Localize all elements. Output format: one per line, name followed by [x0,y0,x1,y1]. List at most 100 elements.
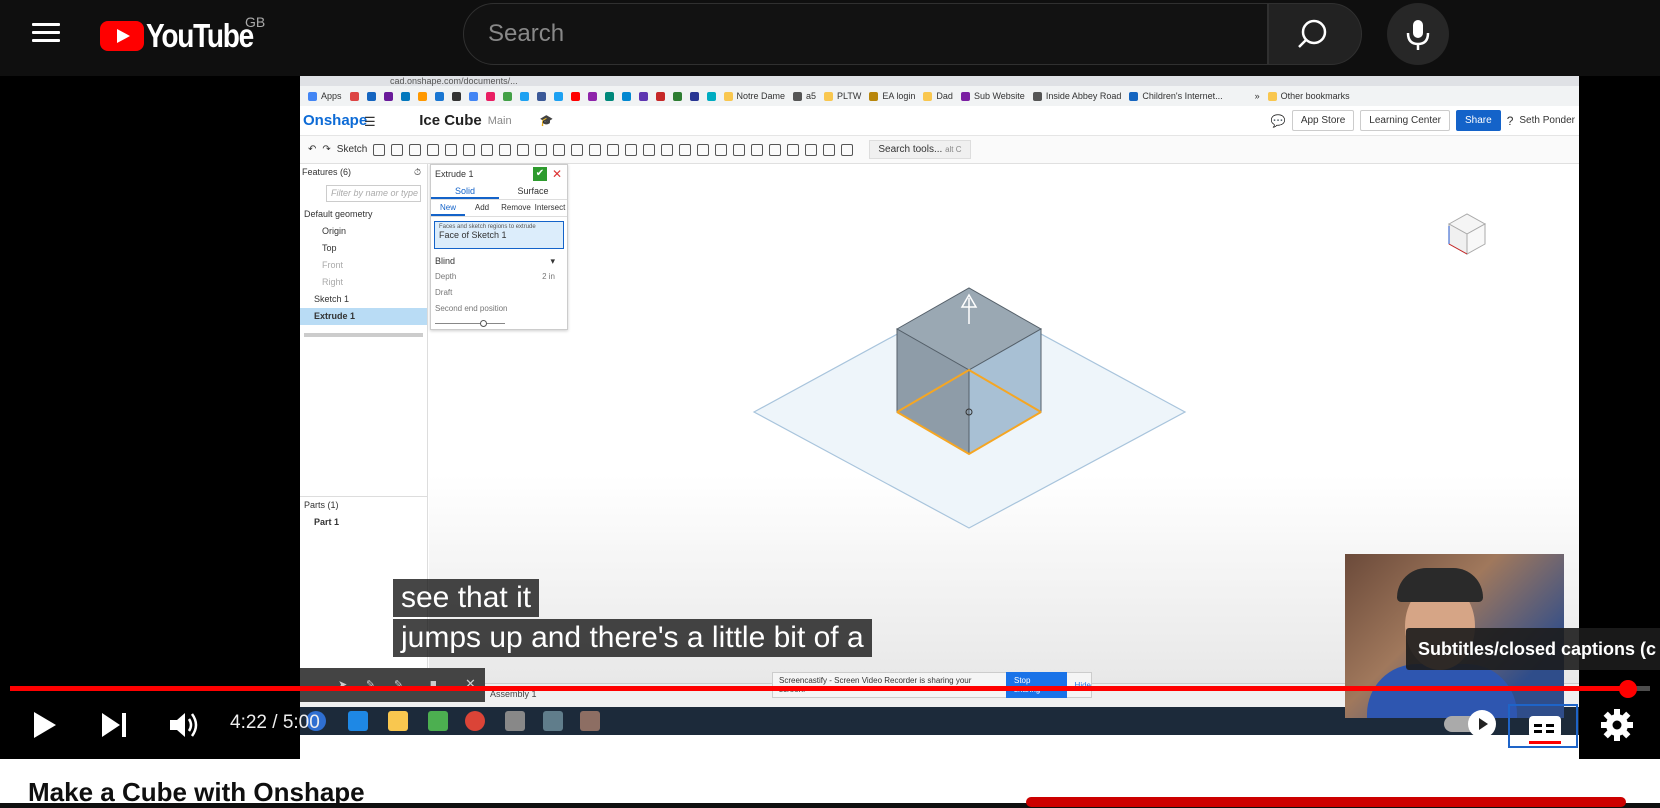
op-remove: Remove [501,203,531,212]
time-display: 4:22 / 5:00 [230,712,320,733]
shell-tool-icon [517,143,530,156]
play-button[interactable] [22,704,68,746]
progress-played [10,686,1629,691]
bookmark-ea-login: EA login [869,91,915,101]
features-header: Features (6) ⏱ [300,164,427,181]
search-box [463,3,1268,65]
bookmark-icon [366,91,376,101]
share-button: Share [1456,110,1501,131]
bookmark-a5: a5 [793,91,816,101]
bookmark-icon [587,91,597,101]
bookmark-other: Other bookmarks [1267,91,1350,101]
region-code: GB [245,14,266,30]
bookmark-icon [689,91,699,101]
bookmark-icon [553,91,563,101]
youtube-logo[interactable]: YouTube GB [100,14,272,54]
progress-bar[interactable] [10,680,1650,698]
below-player: Make a Cube with Onshape [0,759,1660,807]
modify-fillet-tool-icon [661,143,674,156]
onshape-logo: Onshape [303,112,368,129]
duration: 5:00 [282,712,320,733]
subtitles-button[interactable] [1508,704,1578,748]
bookmark-icon [485,91,495,101]
helix-tool-icon [769,143,782,156]
volume-button[interactable] [162,704,208,746]
extrude-dialog-header: Extrude 1 ✔ ✕ [435,167,563,181]
search-button[interactable] [1268,3,1362,65]
bookmark-icon [672,91,682,101]
voice-search-button[interactable] [1387,3,1449,65]
onshape-toolbar: ↶ ↷ Sketch Search tools... alt C [300,136,1579,164]
settings-button[interactable] [1594,704,1640,746]
onshape-top-right: 💬 App Store Learning Center Share ? Seth… [1271,110,1575,131]
operation-tabs: New Add Remove Intersect [431,200,567,217]
bookmark-icon [638,91,648,101]
subscribe-button[interactable] [1026,797,1626,807]
screen-sharing-bar: Screencastify - Screen Video Recorder is… [772,672,1092,698]
bookmark-pltw: PLTW [824,91,861,101]
replace-face-tool-icon [697,143,710,156]
next-button[interactable] [92,704,138,746]
tree-default-geometry: Default geometry [304,209,373,219]
tree-origin: Origin [322,226,347,236]
op-intersect: Intersect [534,203,566,212]
sweep-tool-icon [409,143,422,156]
cancel-x-icon: ✕ [551,167,563,181]
tab-solid: Solid [431,183,499,199]
hole-tool-icon [535,143,548,156]
app-store-button: App Store [1291,110,1355,131]
pattern-tool-icon [553,143,566,156]
bookmark-icon [400,91,410,101]
comment-icon: 💬 [1270,113,1286,128]
extrude-tool-icon [373,143,386,156]
help-icon: ? [1506,113,1514,128]
tree-sketch-1: Sketch 1 [314,294,350,304]
bookmark-icon [502,91,512,101]
variable-tool-icon [805,143,818,156]
bookmark-inside-abbey-road: Inside Abbey Road [1032,91,1121,101]
hamburger-icon: ☰ [364,114,376,129]
bookmark-icon [434,91,444,101]
youtube-header: YouTube GB [0,0,1660,76]
caption-line-1: see that it [393,579,540,617]
faces-selection-box: Faces and sketch regions to extrude Face… [434,221,564,249]
autoplay-toggle[interactable] [1444,710,1500,738]
search-icon [1298,19,1327,48]
boolean-tool-icon [589,143,602,156]
learning-center-button: Learning Center [1360,110,1451,131]
video-player[interactable]: cad.onshape.com/documents/... Apps Notre… [0,76,1660,759]
player-controls: 4:22 / 5:00 [0,696,1660,752]
skip-next-icon [102,713,126,737]
opacity-slider [435,320,505,327]
feature-panel-scrollbar [304,333,423,337]
menu-icon[interactable] [28,18,64,54]
search-tools-input: Search tools... alt C [869,140,971,159]
document-title: Ice Cube [419,112,482,129]
split-tool-icon [607,143,620,156]
sketch-button: Sketch [336,144,368,155]
closed-captions-icon [1529,716,1561,738]
bookmark-icon [417,91,427,101]
view-cube-icon [1447,213,1487,255]
bookmark-icon [655,91,665,101]
volume-icon [170,713,198,737]
search-input[interactable] [488,4,1248,64]
parts-header: Parts (1) [304,500,339,510]
caption-line-2: jumps up and there's a little bit of a [393,619,872,657]
fillet-tool-icon [463,143,476,156]
thicken-tool-icon [445,143,458,156]
current-time: 4:22 [230,712,267,733]
plane-tool-icon [733,143,746,156]
bookmark-icon [621,91,631,101]
bookmark-apps: Apps [308,91,342,101]
confirm-check-icon: ✔ [533,167,547,181]
loft-tool-icon [427,143,440,156]
youtube-wordmark: YouTube [146,17,254,54]
rollback-icon: ⏱ [413,167,421,177]
gear-icon [1601,709,1633,741]
tree-front-plane: Front [322,260,344,270]
bookmark-notre-dame: Notre Dame [723,91,785,101]
user-menu: Seth Ponder [1519,115,1575,126]
offset-surface-tool-icon [715,143,728,156]
draft-tool-icon [499,143,512,156]
